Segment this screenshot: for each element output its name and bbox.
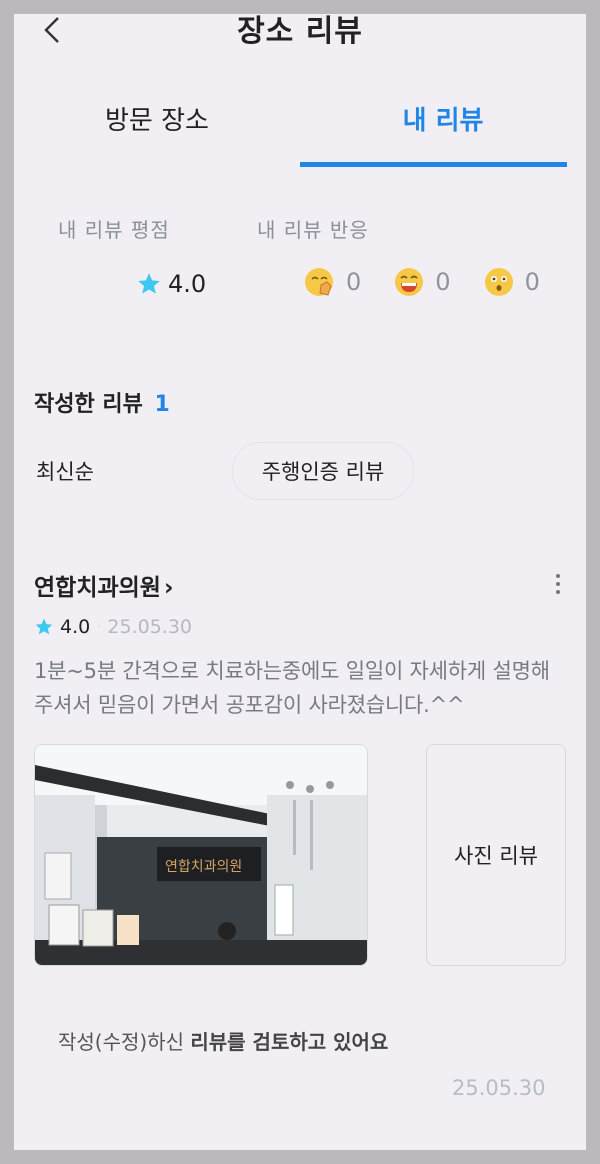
review-status-notice: 작성(수정)하신 리뷰를 검토하고 있어요 xyxy=(58,1026,388,1055)
reaction-laugh: 0 xyxy=(393,266,451,298)
reaction-wow: 0 xyxy=(483,266,540,298)
reaction-label: 내 리뷰 반응 xyxy=(257,218,369,242)
status-date: 25.05.30 xyxy=(452,1076,546,1100)
filter-drive-verified-chip[interactable]: 주행인증 리뷰 xyxy=(232,442,414,500)
tab-bar: 방문 장소 내 리뷰 xyxy=(14,100,586,170)
rating-value: 4.0 xyxy=(168,270,207,298)
my-rating: 4.0 xyxy=(136,270,206,298)
clinic-sign-text: 연합치과의원 xyxy=(165,859,242,875)
reaction-count: 0 xyxy=(524,268,540,296)
active-tab-indicator xyxy=(300,162,567,167)
wow-emoji-icon xyxy=(483,266,515,298)
reaction-clap: 0 xyxy=(304,266,361,298)
laugh-emoji-icon xyxy=(393,266,425,298)
review-body: 1분~5분 간격으로 치료하는중에도 일일이 자세하게 설명해 주셔서 믿음이 … xyxy=(34,659,550,717)
notice-bold: 리뷰를 검토하고 있어요 xyxy=(190,1030,389,1054)
meta-separator: · xyxy=(97,621,101,633)
written-count: 1 xyxy=(154,392,170,417)
clinic-reception-photo: 연합치과의원 xyxy=(35,745,367,965)
reaction-count: 0 xyxy=(435,268,451,296)
chevron-right-icon: › xyxy=(163,575,174,601)
place-name-link[interactable]: 연합치과의원 › xyxy=(34,568,173,602)
review-date: 25.05.30 xyxy=(107,616,193,638)
review-meta: 4.0 · 25.05.30 xyxy=(34,616,192,638)
star-icon xyxy=(136,271,162,297)
filter-photo-chip[interactable]: 사진 리뷰 xyxy=(426,744,566,966)
page-title: 장소 리뷰 xyxy=(237,14,363,49)
star-icon xyxy=(34,617,54,637)
tab-visited-places[interactable]: 방문 장소 xyxy=(14,100,300,137)
review-photo[interactable]: 연합치과의원 xyxy=(34,744,368,966)
rating-label: 내 리뷰 평점 xyxy=(58,218,170,242)
notice-prefix: 작성(수정)하신 xyxy=(58,1030,191,1054)
sort-latest-button[interactable]: 최신순 xyxy=(36,456,94,486)
place-name: 연합치과의원 xyxy=(34,575,161,601)
written-label: 작성한 리뷰 xyxy=(34,392,143,417)
more-options-icon[interactable] xyxy=(552,570,564,602)
tab-my-reviews[interactable]: 내 리뷰 xyxy=(300,100,586,137)
review-score: 4.0 xyxy=(60,616,91,638)
clap-emoji-icon xyxy=(304,266,336,298)
reaction-count: 0 xyxy=(346,268,362,296)
written-reviews-heading: 작성한 리뷰 1 xyxy=(34,386,170,418)
reaction-list: 0 0 0 xyxy=(304,266,572,298)
app-screen: 장소 리뷰 방문 장소 내 리뷰 내 리뷰 평점 내 리뷰 반응 4.0 0 0… xyxy=(14,14,586,1150)
